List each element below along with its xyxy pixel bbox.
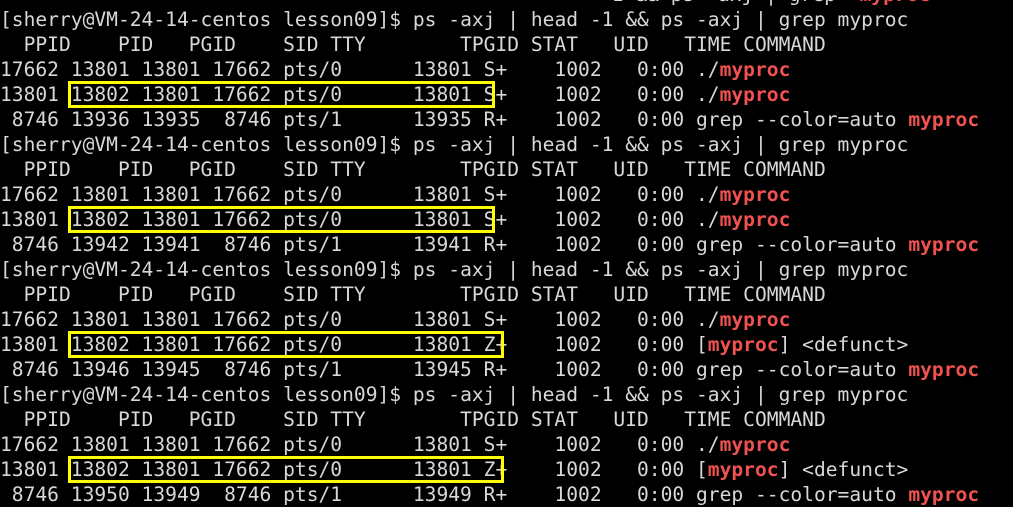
ps-row-fields: 13801 13802 13801 17662 pts/0 13801 Z+ 1…	[0, 458, 696, 481]
ps-command-match: myproc	[908, 483, 980, 506]
ps-command-prefix: ./	[696, 208, 720, 231]
ps-command-prefix: [	[696, 333, 708, 356]
ps-row: 17662 13801 13801 17662 pts/0 13801 S+ 1…	[0, 432, 790, 457]
ps-column-headers: PPID PID PGID SID TTY TPGID STAT UID TIM…	[0, 408, 826, 431]
prompt-line-4: [sherry@VM-24-14-centos lesson09]$ ps -a…	[0, 382, 908, 407]
ps-command-prefix: grep --color=auto	[696, 233, 909, 256]
ps-row: 8746 13942 13941 8746 pts/1 13941 R+ 100…	[0, 232, 979, 257]
ps-column-headers: PPID PID PGID SID TTY TPGID STAT UID TIM…	[0, 283, 826, 306]
ps-row-fields: 8746 13946 13945 8746 pts/1 13945 R+ 100…	[0, 358, 696, 381]
ps-command-match: myproc	[719, 58, 791, 81]
ps-command-match: myproc	[707, 458, 779, 481]
scrollback-gap	[848, 0, 860, 6]
ps-column-headers: PPID PID PGID SID TTY TPGID STAT UID TIM…	[0, 158, 826, 181]
ps-row: 17662 13801 13801 17662 pts/0 13801 S+ 1…	[0, 57, 790, 82]
ps-row: 17662 13801 13801 17662 pts/0 13801 S+ 1…	[0, 307, 790, 332]
ps-row-fields: 8746 13936 13935 8746 pts/1 13935 R+ 100…	[0, 108, 696, 131]
ps-header-3: PPID PID PGID SID TTY TPGID STAT UID TIM…	[0, 282, 826, 307]
ps-header-4: PPID PID PGID SID TTY TPGID STAT UID TIM…	[0, 407, 826, 432]
ps-row: 8746 13946 13945 8746 pts/1 13945 R+ 100…	[0, 357, 979, 382]
ps-command-match: myproc	[908, 108, 980, 131]
shell-prompt: [sherry@VM-24-14-centos lesson09]$	[0, 383, 413, 406]
ps-column-headers: PPID PID PGID SID TTY TPGID STAT UID TIM…	[0, 33, 826, 56]
ps-row: 13801 13802 13801 17662 pts/0 13801 Z+ 1…	[0, 332, 908, 357]
shell-command: ps -axj | head -1 && ps -axj | grep mypr…	[412, 258, 909, 281]
ps-command-match: myproc	[908, 358, 980, 381]
ps-command-match: myproc	[719, 308, 791, 331]
shell-prompt: [sherry@VM-24-14-centos lesson09]$	[0, 8, 413, 31]
shell-prompt: [sherry@VM-24-14-centos lesson09]$	[0, 133, 413, 156]
shell-command: ps -axj | head -1 && ps -axj | grep mypr…	[412, 133, 909, 156]
ps-command-prefix: ./	[696, 183, 720, 206]
ps-row: 13801 13802 13801 17662 pts/0 13801 Z+ 1…	[0, 457, 908, 482]
shell-prompt: [sherry@VM-24-14-centos lesson09]$	[0, 258, 413, 281]
ps-row-fields: 17662 13801 13801 17662 pts/0 13801 S+ 1…	[0, 308, 696, 331]
ps-command-suffix: ] <defunct>	[778, 458, 909, 481]
ps-command-prefix: ./	[696, 308, 720, 331]
ps-command-match: myproc	[719, 83, 791, 106]
ps-row: 13801 13802 13801 17662 pts/0 13801 S+ 1…	[0, 82, 790, 107]
ps-row-fields: 8746 13950 13949 8746 pts/1 13949 R+ 100…	[0, 483, 696, 506]
prompt-line-3: [sherry@VM-24-14-centos lesson09]$ ps -a…	[0, 257, 908, 282]
ps-row-fields: 17662 13801 13801 17662 pts/0 13801 S+ 1…	[0, 58, 696, 81]
ps-command-match: myproc	[908, 233, 980, 256]
scrollback-text: -1 && ps -axj | grep	[600, 0, 848, 6]
ps-row-fields: 13801 13802 13801 17662 pts/0 13801 S+ 1…	[0, 83, 696, 106]
ps-row-fields: 17662 13801 13801 17662 pts/0 13801 S+ 1…	[0, 183, 696, 206]
ps-command-prefix: [	[696, 458, 708, 481]
ps-command-prefix: grep --color=auto	[696, 108, 909, 131]
shell-command: ps -axj | head -1 && ps -axj | grep mypr…	[412, 383, 909, 406]
terminal-window[interactable]: -1 && ps -axj | grep myproc[sherry@VM-24…	[0, 0, 1013, 507]
ps-header-1: PPID PID PGID SID TTY TPGID STAT UID TIM…	[0, 32, 826, 57]
ps-row-fields: 13801 13802 13801 17662 pts/0 13801 Z+ 1…	[0, 333, 696, 356]
prompt-line-2: [sherry@VM-24-14-centos lesson09]$ ps -a…	[0, 132, 908, 157]
ps-command-prefix: grep --color=auto	[696, 483, 909, 506]
ps-row-fields: 13801 13802 13801 17662 pts/0 13801 S+ 1…	[0, 208, 696, 231]
ps-row-fields: 17662 13801 13801 17662 pts/0 13801 S+ 1…	[0, 433, 696, 456]
ps-command-match: myproc	[707, 333, 779, 356]
ps-row: 17662 13801 13801 17662 pts/0 13801 S+ 1…	[0, 182, 790, 207]
ps-header-2: PPID PID PGID SID TTY TPGID STAT UID TIM…	[0, 157, 826, 182]
ps-row: 8746 13950 13949 8746 pts/1 13949 R+ 100…	[0, 482, 979, 507]
ps-row: 8746 13936 13935 8746 pts/1 13935 R+ 100…	[0, 107, 979, 132]
ps-row-fields: 8746 13942 13941 8746 pts/1 13941 R+ 100…	[0, 233, 696, 256]
ps-command-suffix: ] <defunct>	[778, 333, 909, 356]
ps-row: 13801 13802 13801 17662 pts/0 13801 S+ 1…	[0, 207, 790, 232]
ps-command-prefix: grep --color=auto	[696, 358, 909, 381]
scrollback-fragment: -1 && ps -axj | grep myproc	[0, 0, 1013, 7]
ps-command-match: myproc	[719, 183, 791, 206]
ps-command-match: myproc	[719, 208, 791, 231]
prompt-line-1: [sherry@VM-24-14-centos lesson09]$ ps -a…	[0, 7, 908, 32]
ps-command-match: myproc	[719, 433, 791, 456]
shell-command: ps -axj | head -1 && ps -axj | grep mypr…	[412, 8, 909, 31]
scrollback-myproc: myproc	[860, 0, 931, 6]
scrollback-fragment-line: -1 && ps -axj | grep myproc	[600, 0, 930, 7]
ps-command-prefix: ./	[696, 58, 720, 81]
ps-command-prefix: ./	[696, 433, 720, 456]
ps-command-prefix: ./	[696, 83, 720, 106]
